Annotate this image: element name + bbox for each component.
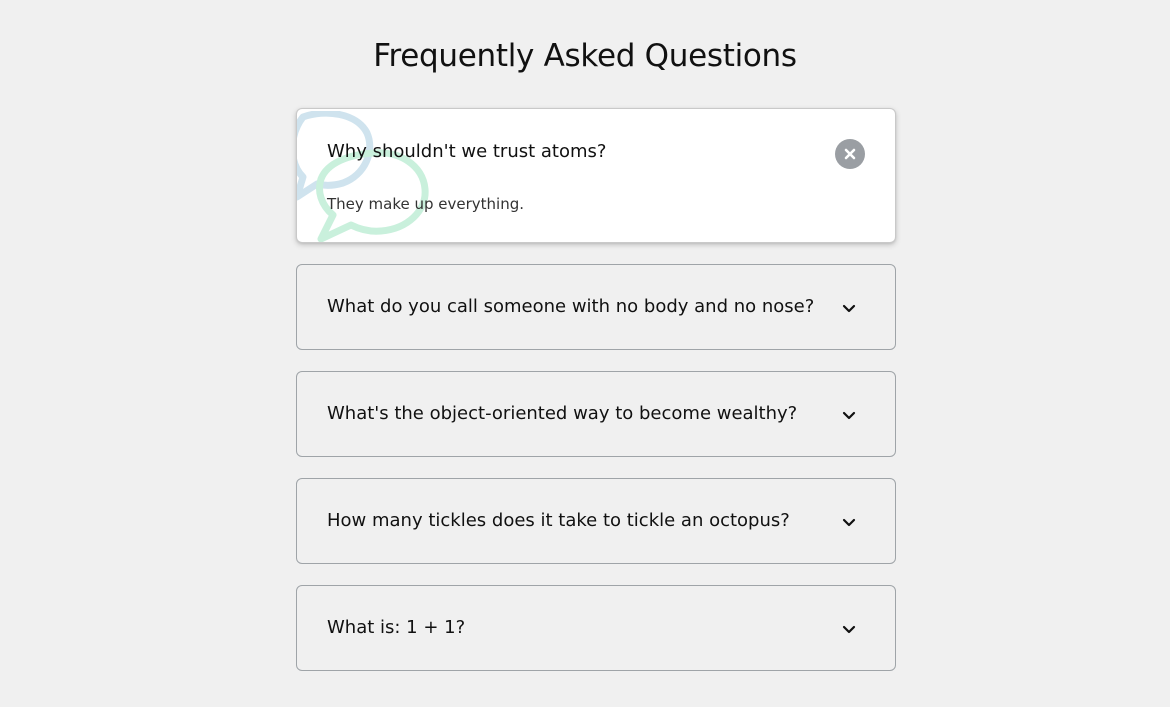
- faq-question: What's the object-oriented way to become…: [327, 403, 798, 424]
- faq-page: Frequently Asked Questions Why shouldn't…: [0, 0, 1170, 707]
- faq-item[interactable]: How many tickles does it take to tickle …: [296, 478, 896, 564]
- chevron-down-icon: [842, 304, 856, 313]
- faq-question: What is: 1 + 1?: [327, 617, 466, 638]
- expand-button[interactable]: [839, 619, 859, 639]
- faq-answer: They make up everything.: [327, 195, 525, 213]
- faq-item[interactable]: What is: 1 + 1?: [296, 585, 896, 671]
- chevron-down-icon: [842, 518, 856, 527]
- faq-item[interactable]: What do you call someone with no body an…: [296, 264, 896, 350]
- faq-item[interactable]: What's the object-oriented way to become…: [296, 371, 896, 457]
- faq-question: How many tickles does it take to tickle …: [327, 510, 790, 531]
- expand-button[interactable]: [839, 405, 859, 425]
- faq-item-open[interactable]: Why shouldn't we trust atoms? They make …: [296, 108, 896, 243]
- faq-question: Why shouldn't we trust atoms?: [327, 141, 607, 162]
- chevron-down-icon: [842, 625, 856, 634]
- chat-bubbles-icon: [297, 111, 429, 242]
- expand-button[interactable]: [839, 298, 859, 318]
- expand-button[interactable]: [839, 512, 859, 532]
- chevron-down-icon: [842, 411, 856, 420]
- close-button[interactable]: [835, 139, 865, 169]
- close-icon: [844, 148, 856, 160]
- faq-list: Why shouldn't we trust atoms? They make …: [296, 108, 896, 692]
- faq-question: What do you call someone with no body an…: [327, 296, 815, 317]
- page-title: Frequently Asked Questions: [373, 38, 797, 74]
